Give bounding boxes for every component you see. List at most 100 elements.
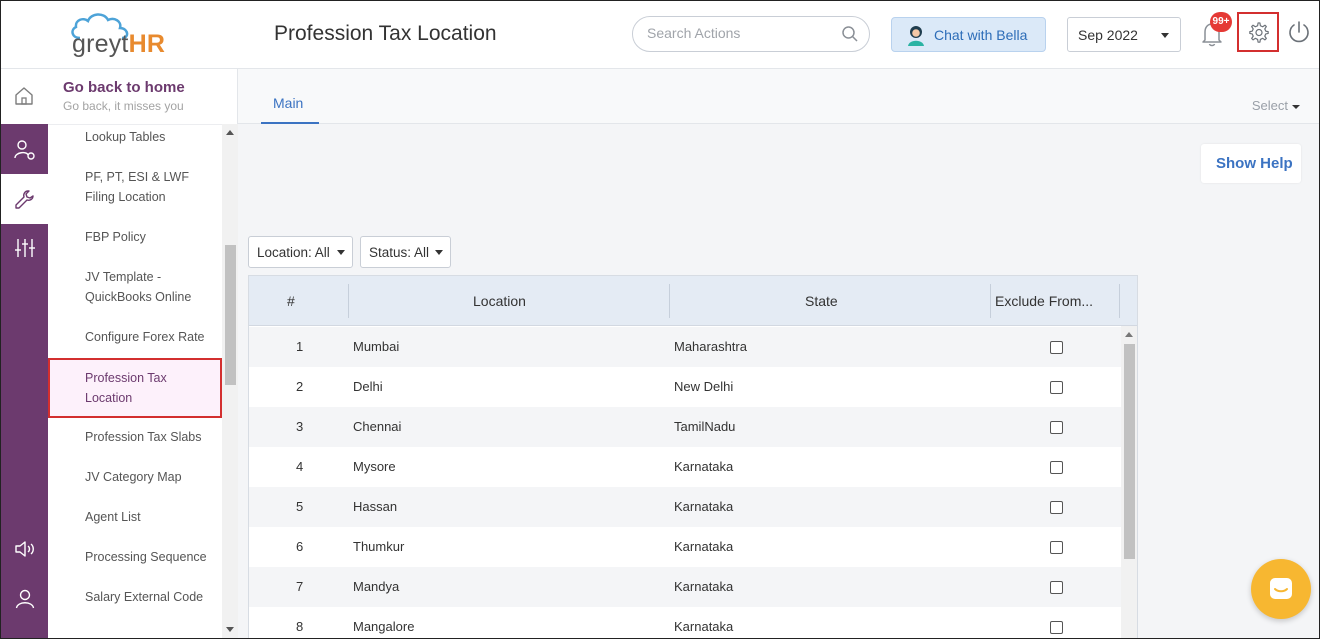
- table-row[interactable]: 3 Chennai TamilNadu: [249, 407, 1121, 447]
- settings-subnav: Go back to home Go back, it misses you L…: [48, 69, 238, 639]
- table-row[interactable]: 4 Mysore Karnataka: [249, 447, 1121, 487]
- column-separator: [669, 284, 670, 318]
- nav-item-salary-external-code[interactable]: Salary External Code: [85, 587, 215, 607]
- top-header: greytHR Profession Tax Location Chat wit…: [0, 0, 1320, 69]
- nav-item-jv-template[interactable]: JV Template - QuickBooks Online: [85, 267, 215, 307]
- nav-item-profession-tax-slabs[interactable]: Profession Tax Slabs: [85, 427, 215, 447]
- row-number: 1: [296, 339, 304, 354]
- settings-button[interactable]: [1237, 12, 1279, 52]
- row-state: TamilNadu: [674, 419, 736, 434]
- scroll-down-icon[interactable]: [226, 627, 234, 632]
- exclude-checkbox[interactable]: [1050, 581, 1063, 594]
- column-header-exclude[interactable]: Exclude From...: [995, 276, 1093, 326]
- gear-icon: [1249, 22, 1269, 43]
- row-state: Karnataka: [674, 539, 734, 554]
- go-back-home-link[interactable]: Go back to home Go back, it misses you: [63, 79, 185, 113]
- caret-down-icon: [337, 250, 345, 255]
- nav-item-forex-rate[interactable]: Configure Forex Rate: [85, 327, 215, 347]
- chat-bubble-icon: [1270, 578, 1292, 599]
- period-select[interactable]: Sep 2022: [1067, 17, 1181, 52]
- home-icon: [15, 87, 33, 105]
- rail-tools[interactable]: [0, 174, 48, 224]
- table-row[interactable]: 7 Mandya Karnataka: [249, 567, 1121, 607]
- nav-item-jv-category-map[interactable]: JV Category Map: [85, 467, 215, 487]
- caret-down-icon: [435, 250, 443, 255]
- caret-down-icon: [1161, 33, 1169, 38]
- scroll-up-icon[interactable]: [226, 130, 234, 135]
- subnav-scroll-thumb[interactable]: [225, 245, 236, 385]
- page-title: Profession Tax Location: [274, 22, 497, 45]
- sliders-icon: [15, 239, 35, 257]
- rail-profile[interactable]: [0, 574, 48, 622]
- table-row[interactable]: 8 Mangalore Karnataka: [249, 607, 1121, 639]
- column-separator: [990, 284, 991, 318]
- column-header-number[interactable]: #: [287, 276, 295, 326]
- nav-item-lookup-tables[interactable]: Lookup Tables: [85, 127, 215, 147]
- row-number: 6: [296, 539, 304, 554]
- exclude-checkbox[interactable]: [1050, 541, 1063, 554]
- table-scroll-thumb[interactable]: [1124, 344, 1135, 559]
- nav-item-active-label: Profession Tax Location: [85, 371, 167, 405]
- row-number: 4: [296, 459, 304, 474]
- exclude-checkbox[interactable]: [1050, 421, 1063, 434]
- exclude-checkbox[interactable]: [1050, 501, 1063, 514]
- row-location: Hassan: [353, 499, 398, 514]
- rail-sliders[interactable]: [0, 224, 48, 274]
- table-row[interactable]: 6 Thumkur Karnataka: [249, 527, 1121, 567]
- greythr-logo[interactable]: greytHR: [68, 12, 188, 58]
- exclude-checkbox[interactable]: [1050, 621, 1063, 634]
- go-home-subtitle: Go back, it misses you: [63, 99, 184, 113]
- nav-item-fbp-policy[interactable]: FBP Policy: [85, 227, 215, 247]
- row-number: 2: [296, 379, 304, 394]
- column-header-location[interactable]: Location: [473, 276, 526, 326]
- nav-item-profession-tax-location[interactable]: Profession Tax Location: [48, 358, 222, 418]
- row-state: Karnataka: [674, 619, 734, 634]
- table-scrollbar[interactable]: [1121, 326, 1137, 639]
- period-value: Sep 2022: [1078, 27, 1138, 43]
- left-rail: [0, 69, 48, 639]
- speaker-icon: [15, 541, 34, 557]
- column-separator: [348, 284, 349, 318]
- exclude-checkbox[interactable]: [1050, 341, 1063, 354]
- subnav-list: Lookup Tables PF, PT, ESI & LWF Filing L…: [48, 124, 222, 639]
- exclude-checkbox[interactable]: [1050, 381, 1063, 394]
- location-filter[interactable]: Location: All: [248, 236, 353, 268]
- rail-announcements[interactable]: [0, 524, 48, 572]
- messenger-launcher-button[interactable]: [1251, 559, 1311, 619]
- select-label: Select: [1251, 98, 1288, 113]
- caret-down-icon: [1292, 104, 1300, 109]
- show-help-button[interactable]: Show Help: [1201, 144, 1301, 183]
- search-icon[interactable]: [841, 25, 859, 43]
- logo-text: greytHR: [72, 30, 166, 58]
- rail-people-settings[interactable]: [0, 124, 48, 174]
- go-home-title: Go back to home: [63, 79, 185, 96]
- row-location: Delhi: [353, 379, 383, 394]
- notification-badge: 99+: [1210, 12, 1232, 32]
- nav-item-processing-sequence[interactable]: Processing Sequence: [85, 547, 215, 567]
- select-dropdown[interactable]: Select: [1252, 98, 1300, 113]
- table-row[interactable]: 1 Mumbai Maharashtra: [249, 327, 1121, 367]
- search-box[interactable]: [632, 16, 870, 52]
- search-input[interactable]: [647, 25, 837, 41]
- power-icon[interactable]: [1287, 20, 1311, 44]
- row-state: Maharashtra: [674, 339, 747, 354]
- table-row[interactable]: 5 Hassan Karnataka: [249, 487, 1121, 527]
- row-state: New Delhi: [674, 379, 734, 394]
- row-state: Karnataka: [674, 499, 734, 514]
- profession-tax-location-table: # Location State Exclude From... 1 Mumba…: [248, 275, 1138, 639]
- bella-avatar-icon: [908, 26, 924, 46]
- row-location: Chennai: [353, 419, 402, 434]
- column-header-state[interactable]: State: [805, 276, 838, 326]
- rail-home[interactable]: [0, 69, 48, 124]
- table-row[interactable]: 2 Delhi New Delhi: [249, 367, 1121, 407]
- tab-main[interactable]: Main: [261, 69, 319, 124]
- row-number: 5: [296, 499, 304, 514]
- chat-with-bella-button[interactable]: Chat with Bella: [891, 17, 1046, 52]
- nav-item-agent-list[interactable]: Agent List: [85, 507, 215, 527]
- status-filter[interactable]: Status: All: [360, 236, 451, 268]
- exclude-checkbox[interactable]: [1050, 461, 1063, 474]
- nav-item-filing-location[interactable]: PF, PT, ESI & LWF Filing Location: [85, 167, 215, 207]
- scroll-up-icon[interactable]: [1125, 332, 1133, 337]
- row-number: 7: [296, 579, 304, 594]
- tab-main-label: Main: [273, 95, 304, 111]
